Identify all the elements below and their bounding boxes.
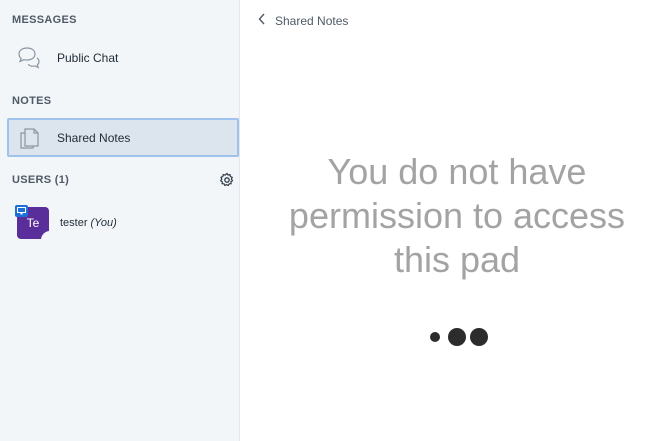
sidebar-item-public-chat[interactable]: Public Chat xyxy=(7,38,239,77)
sidebar-item-label: Shared Notes xyxy=(57,130,131,145)
avatar: Te xyxy=(15,205,50,240)
permission-message: You do not have permission to access thi… xyxy=(288,151,626,280)
panel-title: Shared Notes xyxy=(275,14,349,28)
sidebar-item-shared-notes[interactable]: Shared Notes xyxy=(7,118,239,157)
users-section-title: USERS (1) xyxy=(12,174,70,186)
notes-section-title: NOTES xyxy=(12,95,52,107)
sidebar-item-label: Public Chat xyxy=(57,50,119,65)
avatar-initials: Te xyxy=(26,216,40,230)
presenter-screen-icon xyxy=(15,205,28,217)
loading-dots-icon xyxy=(430,327,490,347)
loader-dot xyxy=(448,328,466,346)
user-name: tester (You) xyxy=(60,217,117,229)
user-name-text: tester xyxy=(60,217,88,229)
loader-dot xyxy=(470,328,488,346)
sidebar: MESSAGES Public Chat NOTES Shared Notes … xyxy=(0,0,240,441)
notes-pages-icon xyxy=(16,125,42,151)
chat-bubbles-icon xyxy=(16,45,42,71)
messages-section-title: MESSAGES xyxy=(12,14,77,26)
you-label: (You) xyxy=(90,217,117,229)
gear-icon[interactable] xyxy=(219,172,235,188)
back-to-chat-button[interactable]: Shared Notes xyxy=(258,12,348,30)
user-list-item[interactable]: Te tester (You) xyxy=(7,203,239,243)
loader-dot xyxy=(430,332,440,342)
avatar-status-notch xyxy=(41,231,50,240)
users-header: USERS (1) xyxy=(0,170,240,190)
chevron-left-icon xyxy=(258,12,266,30)
